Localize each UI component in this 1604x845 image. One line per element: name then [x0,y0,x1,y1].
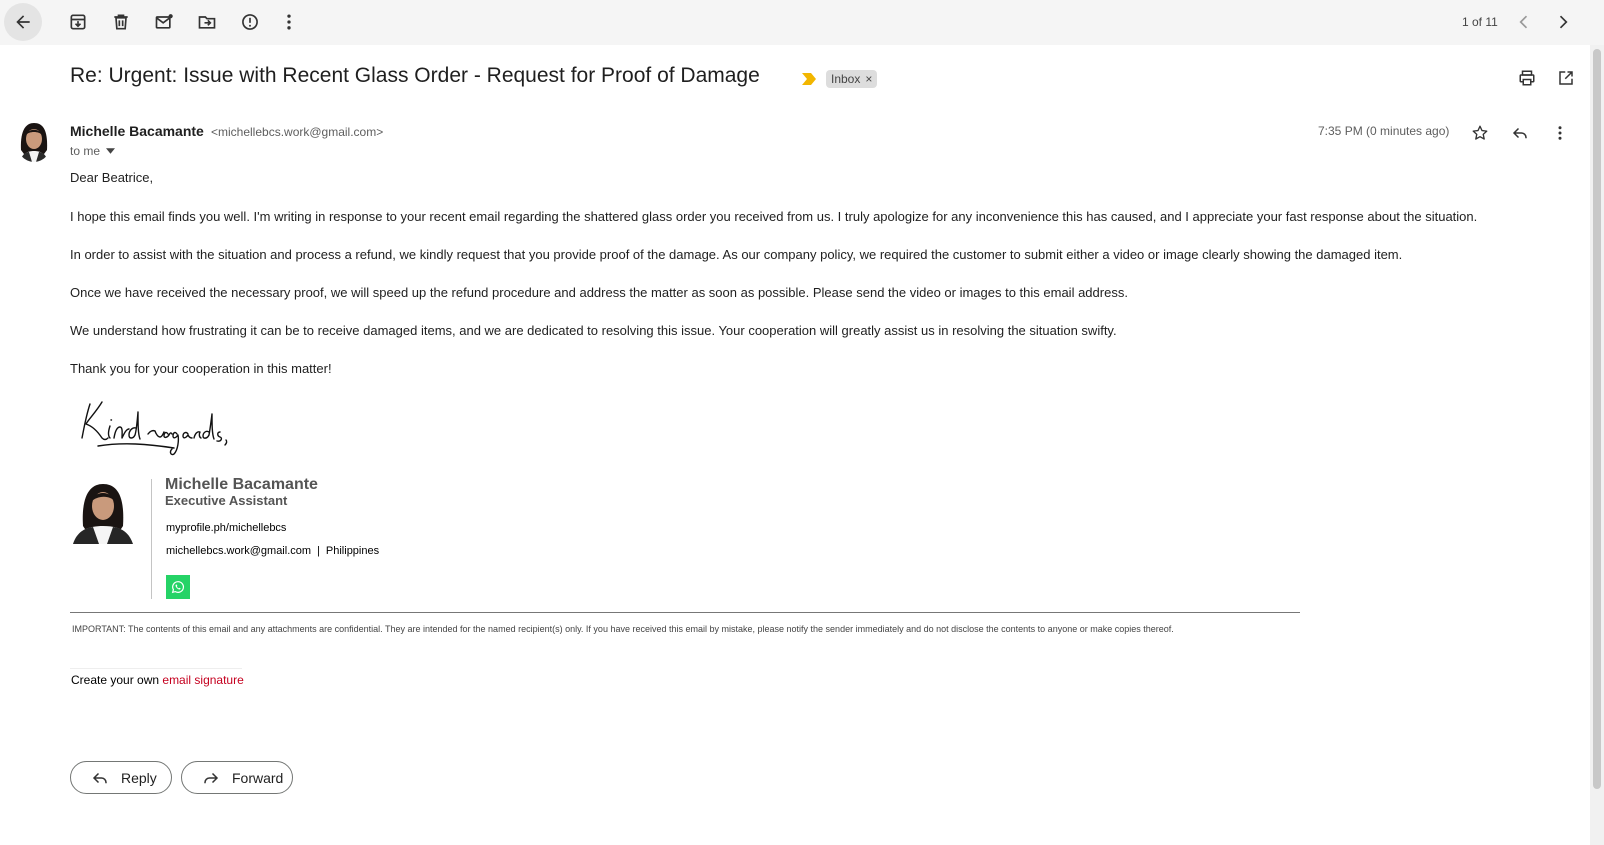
signature-email-link[interactable]: michellebcs.work@gmail.com [166,545,311,557]
sender-name: Michelle Bacamante [70,123,204,139]
signature-profile-link[interactable]: myprofile.ph/michellebcs [166,522,286,534]
body-paragraph-3: Once we have received the necessary proo… [70,285,1128,300]
reply-arrow-icon [92,772,107,783]
create-signature-divider [70,668,242,669]
signature-separator: | [317,545,320,557]
forward-arrow-icon [204,772,219,783]
body-paragraph-4: We understand how frustrating it can be … [70,323,1117,338]
email-timestamp: 7:35 PM (0 minutes ago) [1318,124,1450,138]
body-paragraph-5: Thank you for your cooperation in this m… [70,361,332,376]
recipient-details-toggle[interactable]: to me [70,144,116,158]
create-signature-line: Create your own email signature [71,673,244,687]
older-chevron-right-icon[interactable] [1544,3,1582,41]
whatsapp-icon[interactable] [166,575,190,599]
disclaimer-divider [70,612,1300,613]
back-arrow-icon[interactable] [4,3,42,41]
reply-button-label: Reply [121,769,157,786]
email-subject: Re: Urgent: Issue with Recent Glass Orde… [70,64,760,87]
forward-button[interactable]: Forward [181,761,293,794]
archive-icon[interactable] [59,3,97,41]
open-in-new-window-icon[interactable] [1554,66,1578,90]
trash-icon[interactable] [102,3,140,41]
print-icon[interactable] [1515,66,1539,90]
confidentiality-disclaimer: IMPORTANT: The contents of this email an… [72,624,1174,634]
signature-photo [71,480,135,544]
star-icon[interactable] [1468,121,1492,145]
sender-email: <michellebcs.work@gmail.com> [211,125,384,139]
forward-button-label: Forward [232,769,284,786]
caret-down-icon[interactable] [106,148,116,154]
create-signature-prefix: Create your own [71,673,163,687]
reply-button[interactable]: Reply [70,761,172,794]
body-greeting: Dear Beatrice, [70,170,154,185]
mark-unread-icon[interactable] [145,3,183,41]
body-paragraph-2: In order to assist with the situation an… [70,247,1403,262]
signature-contact-line: michellebcs.work@gmail.com | Philippines [166,545,379,557]
signature-divider [151,479,152,599]
reply-icon[interactable] [1508,121,1532,145]
email-signature-link[interactable]: email signature [162,673,243,687]
label-text: Inbox [831,72,861,86]
signature-location: Philippines [325,545,380,557]
inbox-label-chip[interactable]: Inbox × [826,70,878,88]
scrollbar[interactable] [1590,45,1604,845]
scrollbar-thumb[interactable] [1593,49,1601,789]
toolbar: 1 of 11 [0,0,1604,45]
pager-count: 1 of 11 [1462,15,1498,29]
signature-title: Executive Assistant [165,493,288,508]
newer-chevron-left-icon[interactable] [1505,3,1543,41]
move-to-icon[interactable] [188,3,226,41]
more-vert-icon[interactable] [270,3,308,41]
remove-label-icon[interactable]: × [865,72,872,86]
kind-regards-signature-image [81,401,228,456]
to-me-text: to me [70,144,101,158]
signature-name: Michelle Bacamante [165,476,318,493]
report-spam-icon[interactable] [231,3,269,41]
sender-avatar[interactable] [16,120,52,162]
importance-marker-icon[interactable] [802,73,816,85]
body-paragraph-1: I hope this email finds you well. I'm wr… [70,209,1478,224]
message-more-vert-icon[interactable] [1548,121,1572,145]
